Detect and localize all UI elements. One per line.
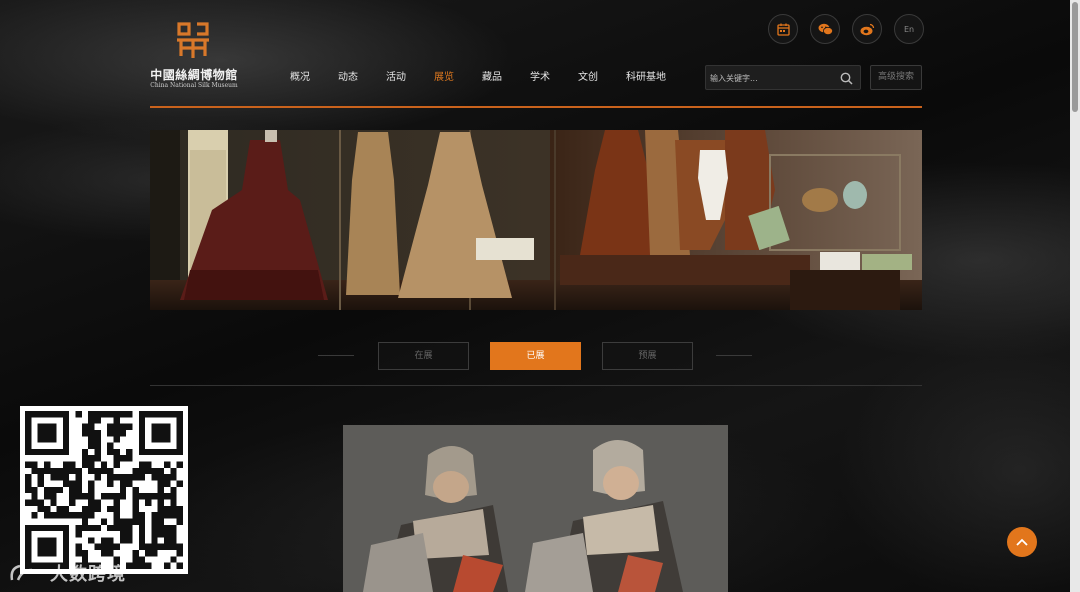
wechat-button[interactable] xyxy=(810,14,840,44)
watermark-text: 大数跨境 xyxy=(50,564,126,585)
nav-item[interactable]: 科研基地 xyxy=(626,68,666,86)
scrollbar-thumb[interactable] xyxy=(1072,2,1078,112)
search-input[interactable] xyxy=(710,69,836,87)
exhibition-image xyxy=(343,425,728,592)
social-icons: En xyxy=(768,14,936,44)
tab-past[interactable]: 已展 xyxy=(490,342,581,370)
search-icon[interactable] xyxy=(840,72,853,85)
back-to-top-button[interactable] xyxy=(1007,527,1037,557)
tab-current[interactable]: 在展 xyxy=(378,342,469,370)
qr-code xyxy=(20,406,188,574)
page-scrollbar[interactable] xyxy=(1070,0,1080,592)
logo-english-name: China National Silk Museum xyxy=(150,82,238,89)
logo-mark-icon xyxy=(177,22,209,58)
language-switch-button[interactable]: En xyxy=(894,14,924,44)
weibo-button[interactable] xyxy=(852,14,882,44)
weibo-icon xyxy=(860,23,874,35)
nav-item[interactable]: 动态 xyxy=(338,68,358,86)
nav-item[interactable]: 学术 xyxy=(530,68,550,86)
nav-item[interactable]: 藏品 xyxy=(482,68,502,86)
main-nav: 概况 动态 活动 展览 藏品 学术 文创 科研基地 xyxy=(290,68,694,86)
advanced-search-button[interactable]: 高级搜索 xyxy=(870,65,922,90)
museum-logo[interactable]: 中國絲綢博物館 China National Silk Museum xyxy=(148,20,240,92)
search-box xyxy=(705,65,861,90)
tab-upcoming[interactable]: 预展 xyxy=(602,342,693,370)
logo-chinese-name: 中國絲綢博物館 xyxy=(150,68,238,82)
nav-item[interactable]: 文创 xyxy=(578,68,598,86)
watermark: 大数跨境 xyxy=(8,560,126,586)
wechat-icon xyxy=(818,23,833,35)
section-divider xyxy=(150,385,922,386)
calendar-button[interactable] xyxy=(768,14,798,44)
banner-image xyxy=(150,130,922,310)
chevron-up-icon xyxy=(1016,538,1028,546)
tabs-right-line xyxy=(716,355,752,356)
calendar-icon xyxy=(776,23,790,36)
exhibition-thumbnail[interactable] xyxy=(343,425,728,592)
nav-item[interactable]: 概况 xyxy=(290,68,310,86)
watermark-logo-icon xyxy=(10,564,33,581)
qr-code-image xyxy=(25,411,183,569)
tabs-left-line xyxy=(318,355,354,356)
header-divider xyxy=(150,106,922,108)
nav-item[interactable]: 活动 xyxy=(386,68,406,86)
nav-item[interactable]: 展览 xyxy=(434,68,454,86)
exhibition-banner[interactable] xyxy=(150,130,922,310)
